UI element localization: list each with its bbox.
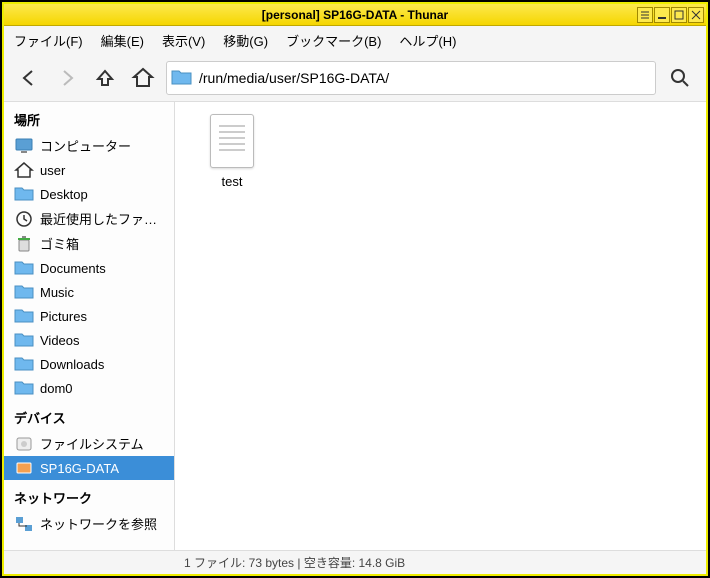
disk-icon (14, 435, 34, 453)
folder-icon (14, 283, 34, 301)
sidebar-item-label: user (40, 163, 65, 178)
places-header: 場所 (4, 102, 174, 133)
menu-button[interactable] (637, 7, 653, 23)
places-item-9[interactable]: Downloads (4, 352, 174, 376)
network-item-0[interactable]: ネットワークを参照 (4, 511, 174, 536)
folder-icon (14, 355, 34, 373)
sidebar-item-label: ファイルシステム (40, 434, 144, 453)
sidebar-item-label: Desktop (40, 187, 88, 202)
devices-item-0[interactable]: ファイルシステム (4, 431, 174, 456)
toolbar (4, 54, 706, 102)
folder-icon (14, 307, 34, 325)
status-bar: 1 ファイル: 73 bytes | 空き容量: 14.8 GiB (4, 550, 706, 574)
network-icon (14, 515, 34, 533)
up-button[interactable] (90, 63, 120, 93)
sidebar-item-label: コンピューター (40, 136, 131, 155)
places-item-6[interactable]: Music (4, 280, 174, 304)
sidebar-item-label: ネットワークを参照 (40, 514, 157, 533)
menu-help[interactable]: ヘルプ(H) (399, 31, 456, 50)
forward-button[interactable] (52, 63, 82, 93)
back-button[interactable] (14, 63, 44, 93)
menu-go[interactable]: 移動(G) (223, 31, 268, 50)
folder-icon (171, 68, 193, 88)
sidebar-item-label: Music (40, 285, 74, 300)
folder-icon (14, 331, 34, 349)
menubar: ファイル(F) 編集(E) 表示(V) 移動(G) ブックマーク(B) ヘルプ(… (4, 26, 706, 54)
trash-icon (14, 235, 34, 253)
places-item-7[interactable]: Pictures (4, 304, 174, 328)
places-item-10[interactable]: dom0 (4, 376, 174, 400)
home-icon (14, 161, 34, 179)
places-item-0[interactable]: コンピューター (4, 133, 174, 158)
places-item-4[interactable]: ゴミ箱 (4, 231, 174, 256)
maximize-button[interactable] (671, 7, 687, 23)
recent-icon (14, 210, 34, 228)
computer-icon (14, 137, 34, 155)
sidebar-item-label: SP16G-DATA (40, 461, 119, 476)
sidebar-item-label: Pictures (40, 309, 87, 324)
folder-icon (14, 259, 34, 277)
places-item-5[interactable]: Documents (4, 256, 174, 280)
menu-bookmarks[interactable]: ブックマーク(B) (286, 31, 381, 50)
status-text: 1 ファイル: 73 bytes | 空き容量: 14.8 GiB (184, 554, 405, 571)
menu-edit[interactable]: 編集(E) (101, 31, 144, 50)
titlebar: [personal] SP16G-DATA - Thunar (4, 4, 706, 26)
menu-file[interactable]: ファイル(F) (14, 31, 83, 50)
places-item-1[interactable]: user (4, 158, 174, 182)
close-button[interactable] (688, 7, 704, 23)
minimize-button[interactable] (654, 7, 670, 23)
sidebar-item-label: 最近使用したファ… (40, 209, 157, 228)
text-file-icon (210, 114, 254, 168)
usb-icon (14, 459, 34, 477)
places-item-3[interactable]: 最近使用したファ… (4, 206, 174, 231)
sidebar: 場所 コンピューター user Desktop 最近使用したファ… ゴミ箱 Documen… (4, 102, 175, 550)
home-button[interactable] (128, 63, 158, 93)
file-item[interactable]: test (187, 114, 277, 189)
folder-icon (14, 185, 34, 203)
sidebar-item-label: Videos (40, 333, 80, 348)
devices-item-1[interactable]: SP16G-DATA (4, 456, 174, 480)
places-item-8[interactable]: Videos (4, 328, 174, 352)
window-title: [personal] SP16G-DATA - Thunar (262, 8, 448, 22)
file-view[interactable]: test (175, 102, 706, 550)
sidebar-item-label: Documents (40, 261, 106, 276)
places-item-2[interactable]: Desktop (4, 182, 174, 206)
sidebar-item-label: ゴミ箱 (40, 234, 79, 253)
sidebar-item-label: Downloads (40, 357, 104, 372)
menu-view[interactable]: 表示(V) (162, 31, 205, 50)
file-label: test (222, 174, 243, 189)
sidebar-item-label: dom0 (40, 381, 73, 396)
path-input[interactable] (199, 70, 651, 86)
folder-icon (14, 379, 34, 397)
search-button[interactable] (664, 62, 696, 94)
network-header: ネットワーク (4, 480, 174, 511)
path-bar[interactable] (166, 61, 656, 95)
devices-header: デバイス (4, 400, 174, 431)
